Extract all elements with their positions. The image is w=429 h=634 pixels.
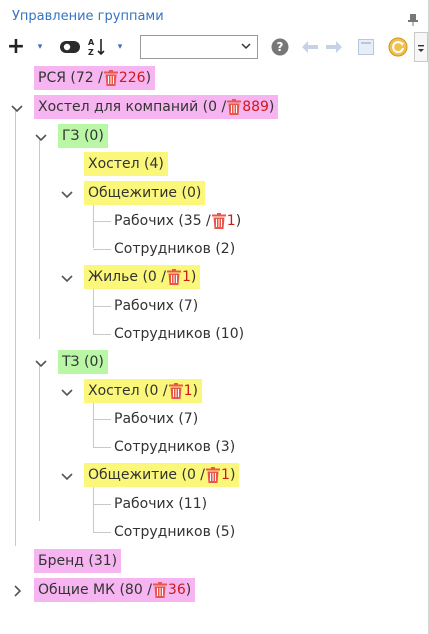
groups-tree: РСЯ (72 / 226) Хостел для компаний (0 / 8… — [0, 0, 429, 634]
tree-node-hostel-companies[interactable]: Хостел для компаний (0 / 889) — [34, 95, 279, 119]
trash-icon — [168, 383, 183, 399]
chevron-right-icon[interactable] — [10, 583, 24, 597]
tree-node-label: Бренд (31) — [38, 553, 118, 569]
tree-node-tz-dorm-workers[interactable]: Рабочих (11) — [110, 492, 211, 516]
tree-node-label: Общежитие (0) — [88, 185, 202, 201]
tree-connector-line — [39, 365, 40, 521]
deleted-count: 1 — [221, 467, 230, 483]
tree-node-tz-hostel[interactable]: Хостел (0 / 1) — [84, 379, 202, 403]
tree-node-label: ТЗ (0) — [62, 354, 104, 370]
tree-node-tz-hostel-workers[interactable]: Рабочих (7) — [110, 407, 202, 431]
tree-node-gz-housing[interactable]: Жилье (0 / 1) — [84, 265, 201, 289]
trash-icon — [211, 213, 226, 229]
tree-node-label-close: ) — [235, 213, 242, 229]
tree-node-general-mk[interactable]: Общие МК (80 / 36) — [34, 578, 196, 602]
tree-node-label: Сотрудников (3) — [114, 439, 236, 455]
tree-connector-line — [15, 110, 16, 546]
chevron-down-icon[interactable] — [34, 355, 48, 369]
tree-connector-line — [93, 504, 111, 505]
trash-icon — [227, 99, 242, 115]
chevron-down-icon[interactable] — [10, 100, 24, 114]
tree-node-label: Сотрудников (5) — [114, 524, 236, 540]
tree-node-label-close: ) — [145, 70, 152, 86]
chevron-down-icon[interactable] — [60, 468, 74, 482]
chevron-down-icon[interactable] — [34, 129, 48, 143]
tree-node-label: Хостел (0 / — [88, 383, 168, 399]
trash-icon — [206, 467, 221, 483]
deleted-count: 1 — [183, 383, 193, 399]
tree-node-brand[interactable]: Бренд (31) — [34, 549, 122, 573]
chevron-down-icon[interactable] — [60, 186, 74, 200]
tree-node-tz-dorm-staff[interactable]: Сотрудников (5) — [110, 520, 239, 544]
deleted-count: 36 — [167, 582, 186, 598]
tree-connector-line — [93, 334, 111, 335]
tree-node-label-close: ) — [190, 269, 197, 285]
tree-node-label: Жилье (0 / — [88, 269, 166, 285]
trash-icon — [103, 70, 118, 86]
chevron-down-icon[interactable] — [60, 384, 74, 398]
tree-node-label: Сотрудников (2) — [114, 241, 236, 257]
tree-connector-line — [93, 306, 111, 307]
tree-connector-line — [93, 221, 111, 222]
tree-node-label: Хостел для компаний (0 / — [38, 99, 227, 115]
tree-node-gz-dormitory[interactable]: Общежитие (0) — [84, 181, 206, 205]
tree-node-label-close: ) — [268, 99, 275, 115]
tree-node-label: Общежитие (0 / — [88, 467, 206, 483]
tree-node-gz-hostel[interactable]: Хостел (4) — [84, 152, 168, 176]
tree-node-label: Общие МК (80 / — [38, 582, 152, 598]
tree-node-label: Рабочих (7) — [114, 298, 199, 314]
tree-node-label: Рабочих (7) — [114, 411, 199, 427]
chevron-down-icon[interactable] — [60, 270, 74, 284]
tree-node-rsya[interactable]: РСЯ (72 / 226) — [34, 66, 156, 90]
tree-connector-line — [93, 419, 111, 420]
tree-node-label-close: ) — [185, 582, 192, 598]
tree-node-gz-housing-workers[interactable]: Рабочих (7) — [110, 294, 202, 318]
tree-node-label-close: ) — [192, 383, 198, 399]
tree-node-gz-housing-staff[interactable]: Сотрудников (10) — [110, 322, 248, 346]
tree-node-gz-dorm-staff[interactable]: Сотрудников (2) — [110, 237, 239, 261]
deleted-count: 226 — [118, 70, 146, 86]
tree-node-label-close: ) — [229, 467, 236, 483]
tree-node-label: РСЯ (72 / — [38, 70, 103, 86]
tree-node-label: Рабочих (35 / — [114, 213, 211, 229]
tree-node-label: Хостел (4) — [88, 156, 164, 172]
tree-node-tz-dormitory[interactable]: Общежитие (0 / 1) — [84, 463, 240, 487]
tree-connector-line — [93, 532, 111, 533]
tree-connector-line — [39, 139, 40, 339]
tree-node-gz-dorm-workers[interactable]: Рабочих (35 / 1) — [110, 209, 245, 233]
tree-connector-line — [93, 249, 111, 250]
deleted-count: 1 — [181, 269, 191, 285]
tree-node-tz[interactable]: ТЗ (0) — [58, 350, 108, 374]
trash-icon — [166, 269, 181, 285]
deleted-count: 889 — [242, 99, 269, 115]
tree-connector-line — [93, 447, 111, 448]
trash-icon — [152, 582, 167, 598]
tree-node-label: Сотрудников (10) — [114, 326, 245, 342]
deleted-count: 1 — [226, 213, 236, 229]
tree-node-label: Рабочих (11) — [114, 496, 208, 512]
tree-node-gz[interactable]: ГЗ (0) — [58, 124, 108, 148]
tree-node-label: ГЗ (0) — [62, 128, 104, 144]
tree-node-tz-hostel-staff[interactable]: Сотрудников (3) — [110, 435, 239, 459]
